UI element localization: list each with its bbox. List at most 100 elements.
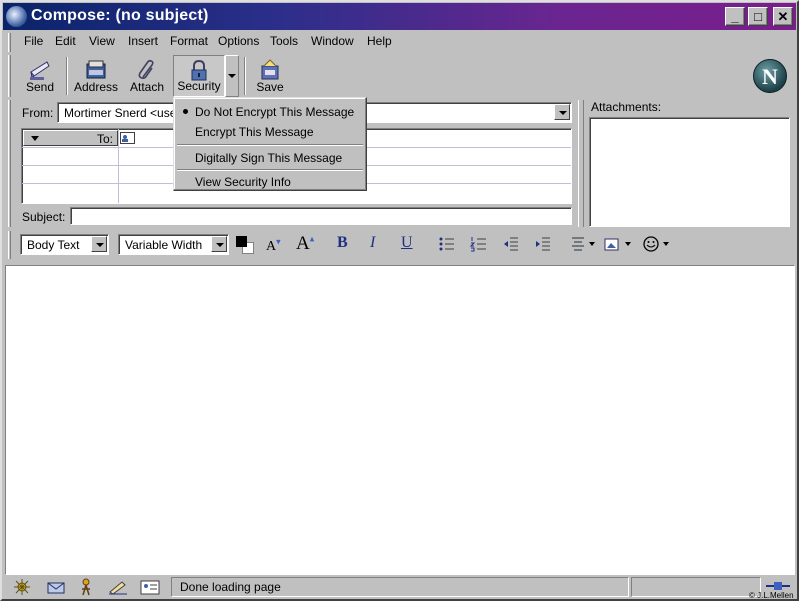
mail-component-button[interactable]	[45, 578, 67, 599]
save-icon	[261, 59, 279, 80]
menu-view[interactable]: View	[89, 34, 115, 48]
toolbar-grip[interactable]	[8, 55, 11, 97]
attachments-list[interactable]	[589, 117, 790, 227]
mail-icon	[47, 582, 65, 594]
radio-bullet-icon	[183, 109, 188, 114]
toolbar-separator	[244, 57, 246, 95]
chevron-down-icon	[31, 136, 39, 141]
message-body-editor[interactable]	[5, 265, 795, 575]
font-value: Variable Width	[125, 238, 203, 252]
maximize-icon: □	[754, 9, 762, 24]
paperclip-icon	[138, 59, 154, 79]
column-divider	[118, 129, 119, 203]
composer-component-button[interactable]	[107, 578, 129, 599]
toolbar: Send Address Attach Security Save N	[8, 55, 794, 97]
underline-button[interactable]: U	[401, 234, 413, 252]
font-larger-icon: A▴	[296, 233, 315, 254]
menu-tools[interactable]: Tools	[270, 34, 298, 48]
menu-item-do-not-encrypt[interactable]: Do Not Encrypt This Message	[195, 105, 354, 119]
close-button[interactable]: ✕	[773, 7, 793, 26]
toolbar-separator	[66, 57, 68, 95]
increase-font-size-button[interactable]: A▴	[296, 233, 314, 255]
netscape-n-icon: N	[762, 64, 778, 89]
insert-object-button[interactable]	[604, 236, 634, 255]
menu-separator	[177, 144, 363, 146]
menu-insert[interactable]: Insert	[128, 34, 158, 48]
from-label: From:	[22, 106, 54, 120]
minimize-button[interactable]: _	[725, 7, 745, 26]
menu-format[interactable]: Format	[170, 34, 208, 48]
attachments-label: Attachments:	[591, 100, 662, 114]
status-bar: Done loading page © J.L.Mellen	[5, 576, 795, 600]
paragraph-style-dropdown-arrow[interactable]	[91, 236, 107, 252]
insert-image-icon	[604, 238, 631, 251]
bullet-list-button[interactable]	[438, 236, 456, 255]
smiley-icon	[643, 236, 669, 252]
format-grip[interactable]	[8, 231, 11, 259]
attach-button[interactable]: Attach	[124, 55, 170, 97]
compose-app-icon[interactable]	[6, 6, 27, 27]
from-value: Mortimer Snerd <usern	[64, 106, 188, 120]
navigator-icon	[14, 579, 30, 595]
bold-button[interactable]: B	[337, 234, 348, 252]
menu-item-encrypt[interactable]: Encrypt This Message	[195, 125, 314, 139]
bullet-list-icon	[439, 237, 454, 251]
close-icon: ✕	[777, 9, 789, 24]
menu-item-view-security-info[interactable]: View Security Info	[195, 175, 291, 189]
address-card-icon	[140, 580, 160, 595]
menubar-grip[interactable]	[8, 33, 11, 52]
recipient-type-select[interactable]: To:	[23, 130, 118, 146]
send-label: Send	[25, 80, 55, 94]
menu-item-digitally-sign[interactable]: Digitally Sign This Message	[195, 151, 342, 165]
menu-file[interactable]: File	[24, 34, 43, 48]
numbered-list-button[interactable]	[469, 236, 488, 255]
font-smaller-icon: A▾	[266, 236, 281, 254]
attach-label: Attach	[129, 80, 165, 94]
address-book-component-button[interactable]	[139, 578, 161, 599]
save-button[interactable]: Save	[249, 55, 291, 97]
send-button[interactable]: Send	[16, 55, 64, 97]
from-dropdown-arrow[interactable]	[554, 104, 570, 120]
to-label: To:	[97, 132, 114, 146]
save-label: Save	[256, 80, 284, 94]
progress-panel	[631, 577, 761, 597]
navigator-component-button[interactable]	[11, 578, 33, 599]
contact-card-icon[interactable]	[120, 132, 135, 144]
status-text: Done loading page	[180, 580, 281, 594]
menu-edit[interactable]: Edit	[55, 34, 76, 48]
address-book-icon	[86, 60, 106, 79]
security-label: Security	[177, 79, 221, 93]
menu-window[interactable]: Window	[311, 34, 354, 48]
font-select[interactable]: Variable Width	[118, 234, 229, 255]
menu-options[interactable]: Options	[218, 34, 259, 48]
menu-help[interactable]: Help	[367, 34, 392, 48]
security-button[interactable]: Security	[173, 55, 225, 97]
paragraph-style-select[interactable]: Body Text	[20, 234, 109, 255]
subject-input[interactable]	[70, 207, 572, 225]
security-dropdown-button[interactable]	[225, 55, 239, 97]
italic-button[interactable]: I	[370, 234, 375, 252]
insert-smiley-button[interactable]	[642, 235, 672, 256]
instant-message-component-button[interactable]	[75, 578, 97, 599]
pane-splitter[interactable]	[578, 100, 584, 227]
send-icon	[30, 61, 50, 80]
copyright-credit: © J.L.Mellen	[749, 591, 794, 600]
increase-indent-button[interactable]	[534, 236, 552, 255]
paragraph-style-value: Body Text	[27, 238, 80, 252]
window-title: Compose: (no subject)	[31, 7, 209, 24]
title-bar[interactable]: Compose: (no subject) _ □ ✕	[3, 3, 796, 30]
netscape-logo[interactable]: N	[753, 59, 787, 93]
security-menu: Do Not Encrypt This Message Encrypt This…	[173, 97, 367, 191]
alignment-button[interactable]	[570, 236, 598, 255]
maximize-button[interactable]: □	[748, 7, 768, 26]
font-dropdown-arrow[interactable]	[211, 236, 227, 252]
indent-icon	[536, 237, 550, 251]
subject-label: Subject:	[22, 210, 66, 224]
decrease-indent-button[interactable]	[502, 236, 520, 255]
address-grip[interactable]	[8, 100, 11, 227]
decrease-font-size-button[interactable]: A▾	[266, 236, 281, 255]
address-label: Address	[73, 80, 119, 94]
address-button[interactable]: Address	[71, 55, 121, 97]
outdent-icon	[504, 237, 518, 251]
text-color-button[interactable]	[236, 236, 256, 254]
